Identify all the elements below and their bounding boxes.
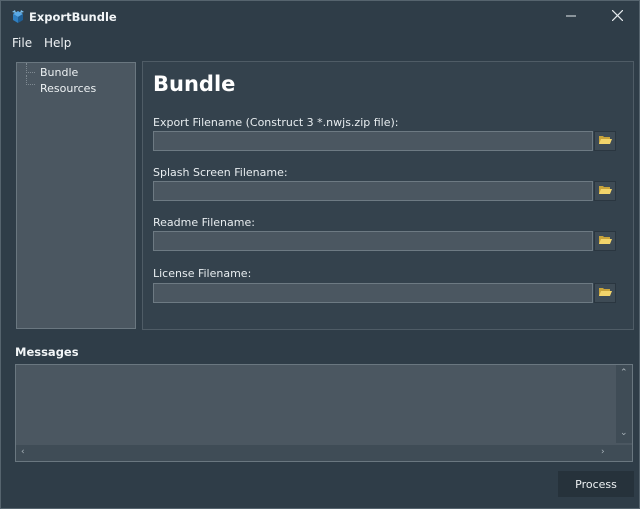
folder-open-icon [598,234,612,249]
tree-connector [26,75,35,85]
app-window: ExportBundle File Help Bundle Resources … [0,0,640,509]
license-filename-label: License Filename: [153,267,252,280]
horizontal-scrollbar[interactable]: ‹ › [16,445,616,461]
export-browse-button[interactable] [594,131,616,151]
export-filename-input[interactable] [153,131,593,151]
close-icon [611,9,623,24]
messages-box[interactable]: ⌃ ⌄ ‹ › [15,364,633,462]
menu-file[interactable]: File [12,36,32,50]
readme-filename-label: Readme Filename: [153,216,255,229]
license-filename-input[interactable] [153,283,593,303]
close-button[interactable] [594,1,640,33]
tree-item-resources[interactable]: Resources [40,82,96,95]
menu-help[interactable]: Help [44,36,71,50]
panel-title: Bundle [153,72,236,96]
bundle-panel: Bundle Export Filename (Construct 3 *.nw… [142,61,634,330]
scroll-right-icon[interactable]: › [601,448,605,457]
window-title: ExportBundle [29,10,117,24]
license-browse-button[interactable] [594,283,616,303]
readme-browse-button[interactable] [594,231,616,251]
scroll-down-icon[interactable]: ⌄ [620,429,628,438]
minimize-button[interactable] [548,1,594,33]
title-bar: ExportBundle [1,1,639,33]
minimize-icon [566,11,576,24]
folder-open-icon [598,286,612,301]
box-icon [10,9,26,25]
scroll-up-icon[interactable]: ⌃ [620,369,628,378]
splash-browse-button[interactable] [594,181,616,201]
splash-filename-label: Splash Screen Filename: [153,166,288,179]
messages-label: Messages [15,345,79,359]
scroll-left-icon[interactable]: ‹ [21,448,25,457]
readme-filename-input[interactable] [153,231,593,251]
tree-connector [26,63,35,73]
menu-bar: File Help [1,33,639,53]
splash-filename-input[interactable] [153,181,593,201]
folder-open-icon [598,184,612,199]
folder-open-icon [598,134,612,149]
vertical-scrollbar[interactable]: ⌃ ⌄ [616,365,632,443]
tree-item-bundle[interactable]: Bundle [40,66,78,79]
navigation-tree: Bundle Resources [16,62,136,329]
process-button[interactable]: Process [558,471,634,497]
scrollbar-corner [616,445,632,461]
export-filename-label: Export Filename (Construct 3 *.nwjs.zip … [153,116,399,129]
